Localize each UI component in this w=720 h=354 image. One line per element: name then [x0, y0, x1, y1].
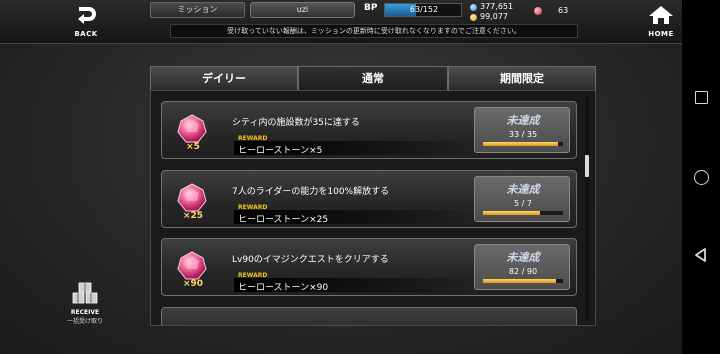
reward-tag: REWARD	[238, 135, 268, 142]
hero-stone-icon	[177, 251, 207, 280]
mission-row: ×5 シティ内の施設数が35に達する REWARD ヒーローストーン×5 未達成…	[161, 101, 577, 159]
reward-text: ヒーローストーン×25	[238, 215, 329, 225]
scrollbar-track[interactable]	[585, 97, 589, 321]
gem-value: 63	[558, 6, 569, 15]
progress-fill	[483, 142, 559, 146]
bp-bar: 63/152	[384, 3, 462, 17]
status-label: 未達成	[506, 251, 540, 264]
currency-display: 377,651 99,077	[470, 2, 530, 22]
reward-qty: ×90	[182, 279, 204, 289]
progress-bar	[483, 142, 563, 146]
mission-row: ×25 7人のライダーの能力を100%解放する REWARD ヒーローストーン×…	[161, 170, 577, 228]
hero-stone-icon	[177, 114, 207, 143]
status-label: 未達成	[506, 114, 540, 127]
home-nav-button[interactable]	[682, 162, 720, 192]
triangle-back-icon	[695, 248, 706, 262]
bp-value: 63/152	[409, 5, 439, 14]
progress-text: 82 / 90	[508, 267, 538, 276]
tab-bar: デイリー 通常 期間限定	[150, 66, 596, 90]
coin1-value: 377,651	[480, 2, 514, 11]
progress-text: 5 / 7	[514, 199, 532, 208]
reward-tag: REWARD	[238, 272, 268, 279]
blue-coin-icon	[470, 3, 477, 11]
progress-bar	[483, 211, 563, 215]
scrollbar-thumb[interactable]	[585, 155, 589, 177]
progress-text: 33 / 35	[508, 130, 538, 139]
notice-banner: 受け取っていない報酬は、ミッションの更新時に受け取れなくなりますのでご注意くださ…	[170, 24, 578, 38]
status-badge: 未達成 33 / 35	[474, 107, 570, 153]
mission-row-partial	[161, 307, 577, 325]
android-nav-bar	[682, 0, 720, 354]
receive-all-button[interactable]: RECEIVE 一括受け取り	[62, 282, 108, 326]
game-screen: BACK ミッション uzi BP 63/152 377,651 99,077 …	[0, 0, 682, 354]
tab-daily-label: デイリー	[202, 72, 246, 85]
coin2-value: 99,077	[480, 12, 508, 21]
username-plate: uzi	[250, 2, 355, 18]
receive-label-jp: 一括受け取り	[66, 318, 103, 325]
home-label: HOME	[648, 30, 674, 38]
home-icon	[649, 6, 673, 24]
status-badge: 未達成 5 / 7	[474, 176, 570, 222]
reward-qty: ×5	[186, 142, 200, 152]
status-badge: 未達成 82 / 90	[474, 244, 570, 290]
gem-icon	[534, 6, 542, 15]
mission-list[interactable]: ×5 シティ内の施設数が35に達する REWARD ヒーローストーン×5 未達成…	[150, 90, 596, 326]
status-label: 未達成	[506, 183, 540, 196]
mission-description: Lv90のイマジンクエストをクリアする	[232, 255, 389, 265]
progress-fill	[483, 279, 556, 283]
progress-bar	[483, 279, 563, 283]
coin-row-2: 99,077	[470, 12, 530, 22]
back-nav-button[interactable]	[682, 240, 720, 270]
progress-fill	[483, 211, 540, 215]
bp-meter: BP 63/152	[364, 2, 464, 18]
home-button[interactable]: HOME	[640, 5, 682, 39]
recents-button[interactable]	[682, 82, 720, 112]
circle-icon	[693, 169, 709, 185]
mission-description: 7人のライダーの能力を100%解放する	[232, 187, 390, 197]
tab-limited-label: 期間限定	[500, 72, 544, 85]
coin-row-1: 377,651	[470, 2, 530, 12]
gift-boxes-icon	[72, 282, 98, 304]
tab-normal[interactable]: 通常	[298, 66, 448, 90]
back-arrow-icon	[78, 7, 96, 24]
back-label: BACK	[74, 30, 98, 38]
gold-coin-icon	[470, 13, 477, 21]
reward-tag: REWARD	[238, 204, 268, 211]
reward-qty: ×25	[182, 211, 204, 221]
tab-limited[interactable]: 期間限定	[448, 66, 596, 90]
gem-display: 63	[534, 6, 568, 15]
reward-text: ヒーローストーン×5	[238, 146, 323, 156]
mission-description: シティ内の施設数が35に達する	[232, 118, 360, 128]
hero-stone-icon	[177, 183, 207, 212]
mission-row: ×90 Lv90のイマジンクエストをクリアする REWARD ヒーローストーン×…	[161, 238, 577, 296]
reward-text: ヒーローストーン×90	[238, 283, 329, 293]
screen-title: ミッション	[150, 2, 245, 18]
tab-daily[interactable]: デイリー	[150, 66, 298, 90]
tab-normal-label: 通常	[362, 72, 384, 85]
bp-label: BP	[364, 3, 378, 13]
receive-label-en: RECEIVE	[70, 309, 100, 316]
square-icon	[694, 90, 708, 104]
back-button[interactable]: BACK	[66, 5, 106, 39]
